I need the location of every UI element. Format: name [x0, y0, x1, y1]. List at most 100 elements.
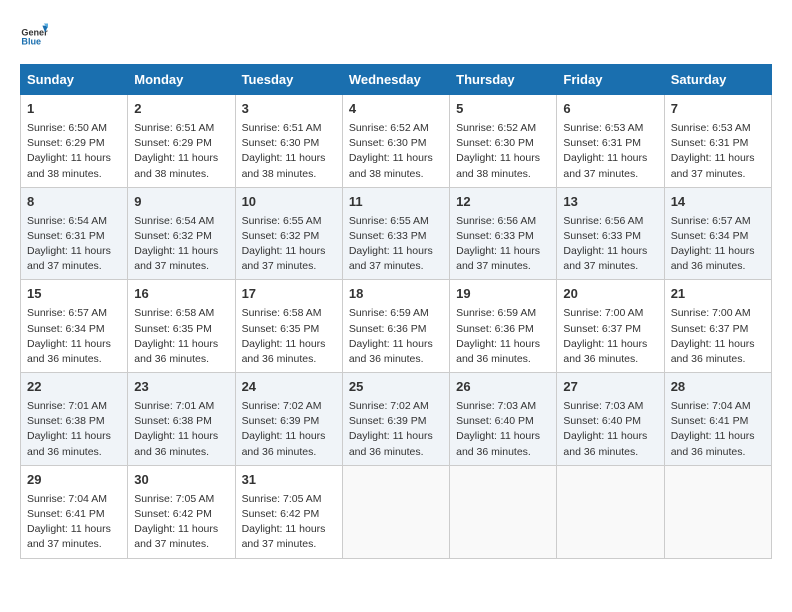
- day-info: Sunrise: 6:54 AM: [134, 214, 228, 229]
- day-info: Sunset: 6:33 PM: [456, 229, 550, 244]
- day-number: 13: [563, 193, 657, 212]
- day-number: 6: [563, 100, 657, 119]
- weekday-header-friday: Friday: [557, 65, 664, 95]
- day-info: Sunrise: 6:59 AM: [456, 306, 550, 321]
- day-info: Daylight: 11 hours: [27, 429, 121, 444]
- calendar-cell: 8Sunrise: 6:54 AMSunset: 6:31 PMDaylight…: [21, 187, 128, 280]
- calendar-cell: 2Sunrise: 6:51 AMSunset: 6:29 PMDaylight…: [128, 95, 235, 188]
- day-info: Sunrise: 7:00 AM: [671, 306, 765, 321]
- day-info: Sunset: 6:30 PM: [456, 136, 550, 151]
- day-info: Sunrise: 6:57 AM: [671, 214, 765, 229]
- day-number: 4: [349, 100, 443, 119]
- day-info: Sunset: 6:33 PM: [563, 229, 657, 244]
- day-info: Sunset: 6:37 PM: [563, 322, 657, 337]
- day-info: and 38 minutes.: [456, 167, 550, 182]
- day-info: Daylight: 11 hours: [242, 429, 336, 444]
- day-info: Sunset: 6:32 PM: [242, 229, 336, 244]
- weekday-header-saturday: Saturday: [664, 65, 771, 95]
- calendar-cell: 27Sunrise: 7:03 AMSunset: 6:40 PMDayligh…: [557, 373, 664, 466]
- day-info: Sunrise: 6:55 AM: [349, 214, 443, 229]
- day-info: Daylight: 11 hours: [242, 244, 336, 259]
- svg-text:Blue: Blue: [21, 37, 41, 47]
- day-info: Sunrise: 6:53 AM: [671, 121, 765, 136]
- day-info: Daylight: 11 hours: [349, 337, 443, 352]
- day-number: 8: [27, 193, 121, 212]
- day-info: and 37 minutes.: [242, 259, 336, 274]
- day-info: Sunset: 6:34 PM: [671, 229, 765, 244]
- day-number: 25: [349, 378, 443, 397]
- day-number: 30: [134, 471, 228, 490]
- calendar-cell: [557, 465, 664, 558]
- day-number: 29: [27, 471, 121, 490]
- day-info: Sunrise: 7:05 AM: [242, 492, 336, 507]
- calendar-week-2: 8Sunrise: 6:54 AMSunset: 6:31 PMDaylight…: [21, 187, 772, 280]
- calendar-week-1: 1 Sunrise: 6:50 AM Sunset: 6:29 PM Daylight…: [21, 95, 772, 188]
- day-info: Sunset: 6:32 PM: [134, 229, 228, 244]
- calendar-cell: 9Sunrise: 6:54 AMSunset: 6:32 PMDaylight…: [128, 187, 235, 280]
- calendar-cell: 5Sunrise: 6:52 AMSunset: 6:30 PMDaylight…: [450, 95, 557, 188]
- day-info: Sunset: 6:39 PM: [349, 414, 443, 429]
- calendar-cell: 28Sunrise: 7:04 AMSunset: 6:41 PMDayligh…: [664, 373, 771, 466]
- day-info: Sunset: 6:33 PM: [349, 229, 443, 244]
- day-info: Daylight: 11 hours: [242, 151, 336, 166]
- calendar-cell: 23Sunrise: 7:01 AMSunset: 6:38 PMDayligh…: [128, 373, 235, 466]
- day-number: 27: [563, 378, 657, 397]
- day-info: Sunrise: 6:51 AM: [134, 121, 228, 136]
- day-info: Sunrise: 6:54 AM: [27, 214, 121, 229]
- weekday-header-monday: Monday: [128, 65, 235, 95]
- day-info: and 36 minutes.: [349, 445, 443, 460]
- day-info: and 36 minutes.: [349, 352, 443, 367]
- day-number: 18: [349, 285, 443, 304]
- day-info: Sunset: 6:29 PM: [134, 136, 228, 151]
- day-info: Sunrise: 7:05 AM: [134, 492, 228, 507]
- day-info: and 36 minutes.: [671, 259, 765, 274]
- day-number: 20: [563, 285, 657, 304]
- calendar-cell: 21Sunrise: 7:00 AMSunset: 6:37 PMDayligh…: [664, 280, 771, 373]
- day-number: 5: [456, 100, 550, 119]
- day-info: and 38 minutes.: [134, 167, 228, 182]
- day-info: Sunrise: 6:50 AM: [27, 121, 121, 136]
- day-info: Sunrise: 7:04 AM: [27, 492, 121, 507]
- day-info: and 37 minutes.: [27, 259, 121, 274]
- day-info: Sunrise: 6:59 AM: [349, 306, 443, 321]
- day-info: Sunset: 6:38 PM: [134, 414, 228, 429]
- day-info: and 37 minutes.: [671, 167, 765, 182]
- calendar-cell: 7Sunrise: 6:53 AMSunset: 6:31 PMDaylight…: [664, 95, 771, 188]
- day-info: and 36 minutes.: [456, 352, 550, 367]
- day-info: and 37 minutes.: [27, 537, 121, 552]
- day-number: 2: [134, 100, 228, 119]
- weekday-header-sunday: Sunday: [21, 65, 128, 95]
- calendar-cell: 31Sunrise: 7:05 AMSunset: 6:42 PMDayligh…: [235, 465, 342, 558]
- day-info: Daylight: 11 hours: [27, 151, 121, 166]
- day-info: Daylight: 11 hours: [563, 429, 657, 444]
- day-number: 31: [242, 471, 336, 490]
- day-info: Sunrise: 7:04 AM: [671, 399, 765, 414]
- day-info: and 37 minutes.: [134, 537, 228, 552]
- day-number: 1: [27, 100, 121, 119]
- weekday-header-tuesday: Tuesday: [235, 65, 342, 95]
- day-info: and 36 minutes.: [27, 352, 121, 367]
- day-info: Sunset: 6:30 PM: [242, 136, 336, 151]
- day-number: 11: [349, 193, 443, 212]
- calendar-cell: [342, 465, 449, 558]
- calendar-cell: 17Sunrise: 6:58 AMSunset: 6:35 PMDayligh…: [235, 280, 342, 373]
- day-info: Sunset: 6:39 PM: [242, 414, 336, 429]
- day-info: Daylight: 11 hours: [456, 244, 550, 259]
- day-info: Sunrise: 6:53 AM: [563, 121, 657, 136]
- weekday-header-thursday: Thursday: [450, 65, 557, 95]
- day-number: 21: [671, 285, 765, 304]
- day-info: Daylight: 11 hours: [671, 429, 765, 444]
- day-info: and 36 minutes.: [134, 352, 228, 367]
- day-info: Sunset: 6:36 PM: [456, 322, 550, 337]
- logo: General Blue: [20, 20, 52, 48]
- day-info: Sunset: 6:41 PM: [671, 414, 765, 429]
- day-info: Sunrise: 6:52 AM: [349, 121, 443, 136]
- calendar-cell: 25Sunrise: 7:02 AMSunset: 6:39 PMDayligh…: [342, 373, 449, 466]
- day-info: Daylight: 11 hours: [134, 429, 228, 444]
- calendar-cell: [664, 465, 771, 558]
- calendar-cell: 16Sunrise: 6:58 AMSunset: 6:35 PMDayligh…: [128, 280, 235, 373]
- day-info: and 36 minutes.: [456, 445, 550, 460]
- day-info: Sunset: 6:31 PM: [27, 229, 121, 244]
- day-info: and 38 minutes.: [27, 167, 121, 182]
- day-number: 3: [242, 100, 336, 119]
